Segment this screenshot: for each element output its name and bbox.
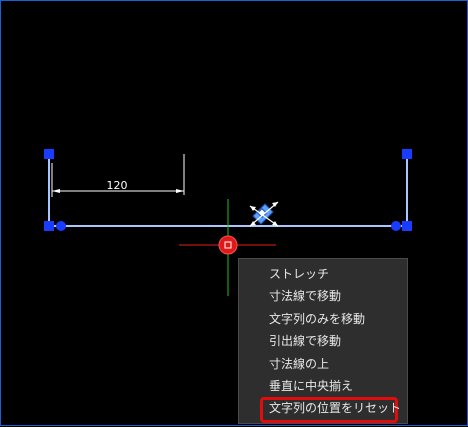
menu-item-stretch[interactable]: ストレッチ <box>239 263 407 285</box>
grip-top-right-icon[interactable] <box>402 149 412 159</box>
context-menu: ストレッチ 寸法線で移動 文字列のみを移動 引出線で移動 寸法線の上 垂直に中央… <box>238 258 408 424</box>
grip-bottom-left-icon[interactable] <box>44 221 54 231</box>
grip-top-left-icon[interactable] <box>44 149 54 159</box>
cursor-marker-icon <box>218 235 238 255</box>
menu-item-center-vertically[interactable]: 垂直に中央揃え <box>239 375 407 397</box>
small-dim-arrow-left <box>52 189 60 193</box>
menu-item-reset-text-position[interactable]: 文字列の位置をリセット <box>239 397 407 424</box>
grip-arrow-left-icon[interactable] <box>56 221 66 231</box>
menu-item-move-text-only[interactable]: 文字列のみを移動 <box>239 308 407 330</box>
menu-item-move-with-dim-line[interactable]: 寸法線で移動 <box>239 285 407 307</box>
grip-bottom-right-icon[interactable] <box>402 221 412 231</box>
drawing-viewport[interactable]: 120 ストレッチ 寸法線で移動 文字列のみを移動 引出線で移動 寸法線の上 垂… <box>0 0 468 426</box>
grip-arrow-right-icon[interactable] <box>391 221 401 231</box>
menu-item-above-dim-line[interactable]: 寸法線の上 <box>239 353 407 375</box>
small-dim-text: 120 <box>107 179 128 192</box>
text-move-grip-icon[interactable] <box>249 201 279 227</box>
menu-item-move-with-leader[interactable]: 引出線で移動 <box>239 330 407 352</box>
small-dim-arrow-right <box>176 189 184 193</box>
